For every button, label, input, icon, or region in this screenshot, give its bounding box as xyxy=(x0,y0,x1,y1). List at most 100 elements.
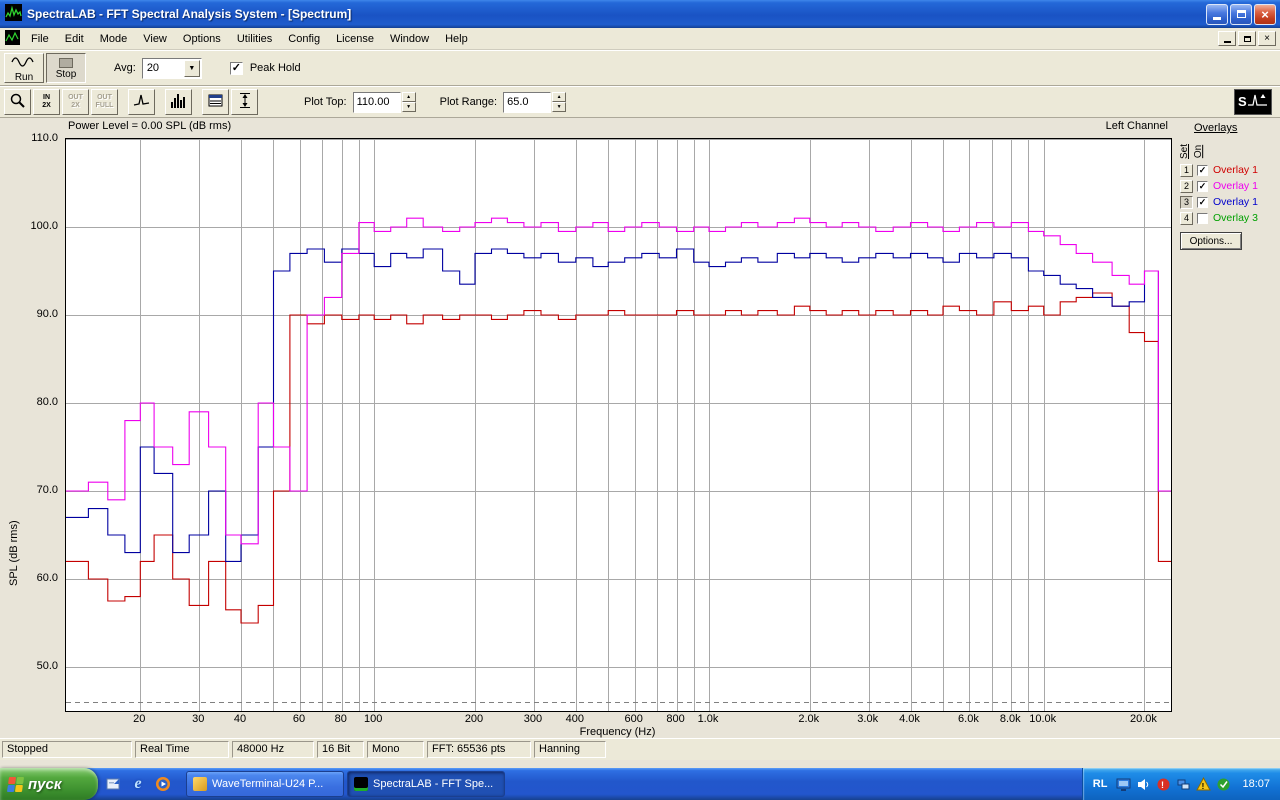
x-tick-label: 400 xyxy=(550,713,600,725)
spin-down-icon[interactable]: ▼ xyxy=(552,102,566,112)
x-tick-label: 4.0k xyxy=(885,713,935,725)
clock: 18:07 xyxy=(1242,778,1270,790)
zoom-tool-button[interactable] xyxy=(4,89,31,115)
x-tick-label: 40 xyxy=(215,713,265,725)
chevron-down-icon[interactable]: ▼ xyxy=(184,60,200,77)
x-tick-label: 20 xyxy=(114,713,164,725)
zoom-out-full-button[interactable]: OUT FULL xyxy=(91,89,118,115)
restore-icon xyxy=(1244,36,1251,42)
quicklaunch-ie-icon[interactable]: e xyxy=(129,775,147,793)
menu-view[interactable]: View xyxy=(135,33,175,45)
minimize-button[interactable] xyxy=(1206,4,1228,25)
minimize-icon xyxy=(1213,17,1221,20)
y-tick-label: 100.0 xyxy=(0,220,58,232)
tray-icon-antivirus[interactable] xyxy=(1216,777,1231,792)
plot-range-label: Plot Range: xyxy=(440,96,497,108)
taskbar-task-2[interactable]: SpectraLAB - FFT Spe... xyxy=(347,771,505,797)
spectrum-plot[interactable] xyxy=(65,138,1172,712)
title-bar: SpectraLAB - FFT Spectral Analysis Syste… xyxy=(0,0,1280,28)
y-tick-label: 60.0 xyxy=(0,572,58,584)
stop-button[interactable]: Stop xyxy=(46,53,86,83)
menu-license[interactable]: License xyxy=(328,33,382,45)
application-window: SpectraLAB - FFT Spectral Analysis Syste… xyxy=(0,0,1280,800)
overlay-label: Overlay 1 xyxy=(1213,196,1258,208)
tray-icon-security[interactable]: ! xyxy=(1156,777,1171,792)
status-bits: 16 Bit xyxy=(317,741,364,758)
overlay-on-checkbox-1[interactable]: ✓ xyxy=(1197,165,1208,176)
restore-button[interactable] xyxy=(1230,4,1252,25)
power-level-readout: Power Level = 0.00 SPL (dB rms) xyxy=(68,120,231,132)
set-column-label: Set xyxy=(1179,144,1190,159)
overlay-set-button-4[interactable]: 4 xyxy=(1180,212,1193,225)
overlay-set-button-2[interactable]: 2 xyxy=(1180,180,1193,193)
mdi-minimize-button[interactable] xyxy=(1218,31,1236,46)
start-button[interactable]: пуск xyxy=(0,768,98,800)
transport-toolbar: Run Stop Avg: 20 ▼ ✓ Peak Hold xyxy=(0,50,1280,86)
plot-top-input[interactable] xyxy=(353,92,401,113)
menu-window[interactable]: Window xyxy=(382,33,437,45)
mdi-close-button[interactable]: × xyxy=(1258,31,1276,46)
y-tick-label: 90.0 xyxy=(0,308,58,320)
peak-hold-checkbox[interactable]: ✓ xyxy=(230,62,243,75)
avg-label: Avg: xyxy=(114,62,136,74)
tray-icon-update[interactable]: ! xyxy=(1196,777,1211,792)
menu-config[interactable]: Config xyxy=(280,33,328,45)
status-samplerate: 48000 Hz xyxy=(232,741,314,758)
x-tick-label: 100 xyxy=(348,713,398,725)
quick-launch: e xyxy=(104,768,172,800)
start-label: пуск xyxy=(28,776,61,793)
minimize-icon xyxy=(1224,41,1231,43)
svg-text:!: ! xyxy=(1161,780,1164,790)
overlay-on-checkbox-4[interactable] xyxy=(1197,213,1208,224)
svg-text:S: S xyxy=(1238,94,1247,109)
tray-icon-display[interactable] xyxy=(1116,777,1131,792)
spin-down-icon[interactable]: ▼ xyxy=(402,102,416,112)
spin-up-icon[interactable]: ▲ xyxy=(402,92,416,102)
app-icon xyxy=(5,4,22,24)
x-tick-label: 2.0k xyxy=(784,713,834,725)
signal-generator-button[interactable]: S xyxy=(1234,89,1272,115)
tray-icon-network[interactable] xyxy=(1176,777,1191,792)
menu-help[interactable]: Help xyxy=(437,33,476,45)
tray-icon-volume[interactable] xyxy=(1136,777,1151,792)
overlay-on-checkbox-2[interactable]: ✓ xyxy=(1197,181,1208,192)
mdi-restore-button[interactable] xyxy=(1238,31,1256,46)
bar-display-button[interactable] xyxy=(165,89,192,115)
spectrum-view: Power Level = 0.00 SPL (dB rms) Left Cha… xyxy=(0,118,1280,738)
stop-icon xyxy=(59,58,73,68)
zoom-in-2x-button[interactable]: IN 2X xyxy=(33,89,60,115)
quicklaunch-player-icon[interactable] xyxy=(154,775,172,793)
language-indicator[interactable]: RL xyxy=(1093,778,1108,790)
peak-curve-button[interactable] xyxy=(128,89,155,115)
spin-up-icon[interactable]: ▲ xyxy=(552,92,566,102)
overlay-options-button[interactable]: Options... xyxy=(1180,232,1242,250)
overlay-row: 4Overlay 3 xyxy=(1180,210,1258,226)
task-icon xyxy=(193,777,207,791)
status-bar: StoppedReal Time48000 Hz16 BitMonoFFT: 6… xyxy=(0,738,1280,760)
run-button[interactable]: Run xyxy=(4,53,44,83)
overlay-on-checkbox-3[interactable]: ✓ xyxy=(1197,197,1208,208)
vertical-scale-button[interactable] xyxy=(231,89,258,115)
plot-range-input[interactable] xyxy=(503,92,551,113)
menu-file[interactable]: File xyxy=(23,33,57,45)
close-icon: × xyxy=(1264,34,1270,44)
zoom-out-2x-button[interactable]: OUT 2X xyxy=(62,89,89,115)
overlay-set-button-3[interactable]: 3 xyxy=(1180,196,1193,209)
quicklaunch-show-desktop-icon[interactable] xyxy=(104,775,122,793)
avg-select[interactable]: 20 ▼ xyxy=(142,58,202,79)
menu-mode[interactable]: Mode xyxy=(92,33,136,45)
close-button[interactable]: × xyxy=(1254,4,1276,25)
overlays-title: Overlays xyxy=(1194,122,1280,134)
x-tick-label: 200 xyxy=(449,713,499,725)
y-tick-label: 70.0 xyxy=(0,484,58,496)
menu-options[interactable]: Options xyxy=(175,33,229,45)
overlays-panel: Overlays Set On 1✓Overlay 12✓Overlay 13✓… xyxy=(1180,122,1280,362)
overlay-set-button-1[interactable]: 1 xyxy=(1180,164,1193,177)
menu-edit[interactable]: Edit xyxy=(57,33,92,45)
y-tick-label: 110.0 xyxy=(0,132,58,144)
taskbar-task-1[interactable]: WaveTerminal-U24 P... xyxy=(186,771,344,797)
menu-utilities[interactable]: Utilities xyxy=(229,33,280,45)
plot-top-label: Plot Top: xyxy=(304,96,347,108)
data-window-button[interactable] xyxy=(202,89,229,115)
status-channels: Mono xyxy=(367,741,424,758)
